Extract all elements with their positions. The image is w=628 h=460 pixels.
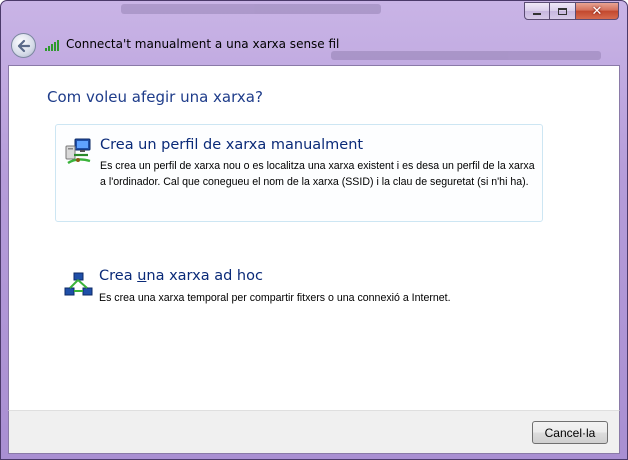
back-button[interactable]: [11, 33, 36, 58]
maximize-button[interactable]: [550, 2, 576, 20]
wifi-signal-icon: [45, 40, 59, 51]
close-button[interactable]: ✕: [576, 2, 619, 20]
dialog-footer: Cancel·la: [8, 410, 620, 454]
caption-buttons: ✕: [524, 2, 619, 20]
window-title: Connecta't manualment a una xarxa sense …: [66, 37, 340, 51]
option-manual-profile-title: Crea un perfil de xarxa manualment: [100, 137, 364, 153]
option-manual-profile-description: Es crea un perfil de xarxa nou o es loca…: [100, 160, 535, 188]
back-arrow-icon: [17, 39, 30, 52]
option-adhoc-network-description: Es crea una xarxa temporal per compartir…: [99, 292, 451, 304]
option-adhoc-network[interactable]: Crea una xarxa ad hoc Es crea una xarxa …: [55, 262, 543, 312]
adhoc-network-icon: [64, 272, 93, 296]
minimize-icon: [533, 13, 541, 15]
minimize-button[interactable]: [524, 2, 550, 20]
background-window-ghost: [81, 1, 601, 61]
dialog-window: ✕ Connecta't manualment a una xarxa sens…: [0, 0, 628, 460]
content-pane: Com voleu afegir una xarxa? Crea un perf…: [8, 65, 620, 410]
cancel-button[interactable]: Cancel·la: [532, 421, 608, 444]
title-bar: ✕ Connecta't manualment a una xarxa sens…: [1, 1, 627, 65]
accesskey-underline: u: [137, 268, 147, 284]
close-icon: ✕: [591, 3, 603, 19]
page-heading: Com voleu afegir una xarxa?: [47, 88, 263, 106]
maximize-icon: [558, 7, 567, 15]
option-adhoc-network-title: Crea una xarxa ad hoc: [99, 268, 263, 284]
network-computer-icon: [65, 138, 91, 165]
option-manual-profile[interactable]: Crea un perfil de xarxa manualment Es cr…: [55, 124, 543, 222]
